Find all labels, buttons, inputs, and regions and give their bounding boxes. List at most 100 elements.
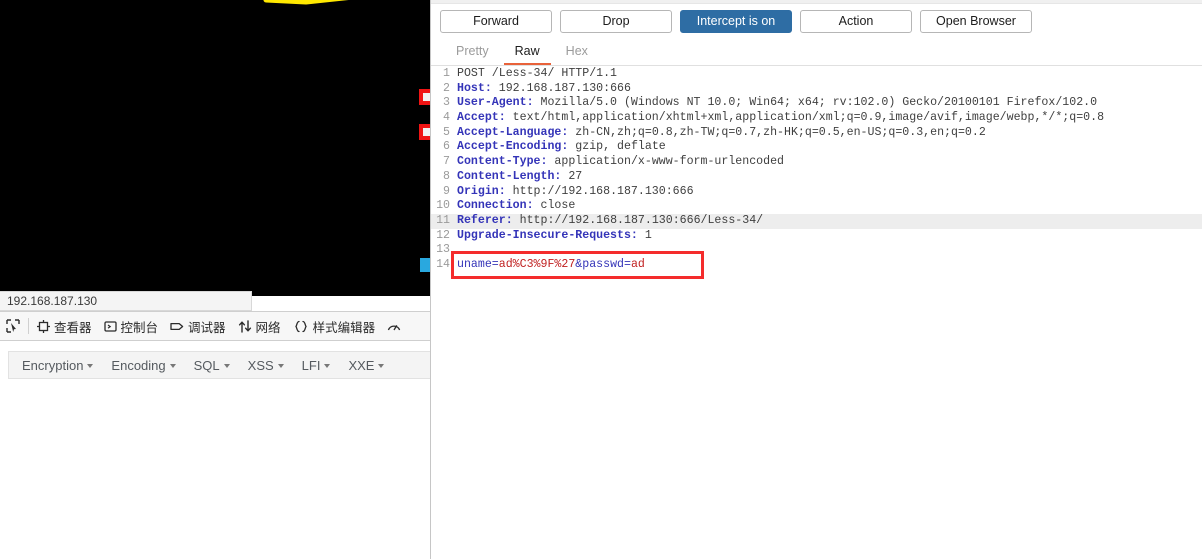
header-value: http://192.168.187.130:666/Less-34/	[512, 213, 764, 227]
request-body-text: uname=ad%C3%9F%27&passwd=ad	[457, 258, 645, 271]
request-line-text: POST /Less-34/ HTTP/1.1	[457, 67, 617, 82]
header-value: Mozilla/5.0 (Windows NT 10.0; Win64; x64…	[533, 96, 1098, 110]
request-line: 3 User-Agent: Mozilla/5.0 (Windows NT 10.…	[431, 96, 1202, 111]
drop-button[interactable]: Drop	[560, 9, 672, 33]
header-name: Accept:	[457, 111, 506, 125]
request-line: 1 POST /Less-34/ HTTP/1.1	[431, 67, 1202, 82]
request-line-list: 1 POST /Less-34/ HTTP/1.1 2 Host: 192.168.1…	[431, 67, 1202, 273]
devtools-tab-style-editor-label: 样式编辑器	[312, 320, 376, 335]
chevron-down-icon	[87, 364, 94, 369]
inspector-icon	[37, 319, 50, 333]
body-segment: uname=	[457, 258, 499, 271]
request-line: 12 Upgrade-Insecure-Requests: 1	[431, 229, 1202, 244]
devtools-tab-network-label: 网络	[255, 320, 281, 335]
forward-button[interactable]: Forward	[440, 9, 552, 33]
line-number: 6	[443, 140, 450, 154]
request-line-text: Origin: http://192.168.187.130:666	[457, 185, 694, 200]
request-line-text: Content-Type: application/x-www-form-url…	[457, 155, 784, 170]
request-line: 7 Content-Type: application/x-www-form-ur…	[431, 155, 1202, 170]
hackbar-menu-encryption-label: Encryption	[22, 357, 84, 373]
request-line: 11 Referer: http://192.168.187.130:666/Le…	[431, 213, 1202, 229]
header-name: Content-Length:	[457, 169, 562, 183]
request-line: 5 Accept-Language: zh-CN,zh;q=0.8,zh-TW;q…	[431, 126, 1202, 141]
request-line-text: Accept-Language: zh-CN,zh;q=0.8,zh-TW;q=…	[457, 126, 986, 141]
inspect-picker-icon	[6, 319, 20, 333]
style-editor-icon	[293, 320, 309, 333]
request-line-text: Accept: text/html,application/xhtml+xml,…	[457, 111, 1104, 126]
chevron-down-icon	[223, 364, 230, 369]
header-value: 27	[561, 169, 583, 183]
body-segment: ad%C3%9F%27	[498, 258, 576, 271]
hackbar-menu-encoding[interactable]: Encoding	[102, 358, 184, 373]
body-segment: ad	[630, 258, 645, 271]
hackbar-menu-xss[interactable]: XSS	[239, 358, 293, 373]
header-name: Host:	[457, 81, 492, 95]
burp-action-bar: Forward Drop Intercept is on Action Open…	[431, 4, 1202, 38]
devtools-toolbar[interactable]: 查看器 控制台 调试器 网络 样式编辑器	[0, 311, 430, 341]
status-strip-text: 192.168.187.130	[7, 294, 98, 308]
tab-raw-label: Raw	[514, 44, 540, 58]
request-line-text: Upgrade-Insecure-Requests: 1	[457, 229, 652, 244]
line-number: 5	[443, 125, 450, 139]
request-line: 9 Origin: http://192.168.187.130:666	[431, 185, 1202, 200]
open-browser-button-label: Open Browser	[936, 14, 1016, 28]
annotation-mark-partial-1	[419, 89, 430, 105]
tab-pretty[interactable]: Pretty	[445, 42, 500, 65]
devtools-tab-debugger-label: 调试器	[188, 320, 226, 335]
devtools-tab-debugger[interactable]: 调试器	[164, 312, 232, 340]
request-line: 8 Content-Length: 27	[431, 170, 1202, 185]
request-line-text: Connection: close	[457, 199, 575, 214]
devtools-tab-inspector-label: 查看器	[54, 320, 92, 335]
debugger-icon	[170, 320, 184, 333]
devtools-tab-inspector[interactable]: 查看器	[31, 312, 98, 340]
line-number: 10	[436, 199, 450, 213]
burp-request-editor[interactable]: 1 POST /Less-34/ HTTP/1.1 2 Host: 192.168.1…	[431, 67, 1202, 559]
line-number: 11	[436, 213, 450, 227]
request-line-text: Host: 192.168.187.130:666	[457, 82, 631, 97]
request-line-text: Referer: http://192.168.187.130:666/Less…	[457, 214, 763, 229]
header-value: application/x-www-form-urlencoded	[547, 155, 785, 169]
header-name: Accept-Encoding:	[457, 140, 569, 154]
body-segment: &passwd=	[575, 258, 631, 271]
open-browser-button[interactable]: Open Browser	[920, 9, 1032, 33]
devtools-tab-performance[interactable]	[381, 312, 407, 340]
header-value: 1	[637, 228, 652, 242]
intercept-toggle-button[interactable]: Intercept is on	[680, 9, 792, 33]
tab-hex[interactable]: Hex	[555, 42, 599, 65]
action-button-label: Action	[838, 14, 874, 28]
hackbar-menu-encoding-label: Encoding	[111, 357, 166, 373]
devtools-tab-style-editor[interactable]: 样式编辑器	[287, 312, 382, 340]
hackbar-menu-encryption[interactable]: Encryption	[13, 358, 102, 373]
devtools-tab-console-label: 控制台	[120, 320, 159, 335]
browser-status-strip: 192.168.187.130	[0, 291, 252, 311]
header-name: User-Agent:	[457, 96, 534, 110]
devtools-tab-console[interactable]: 控制台	[98, 312, 165, 340]
intercept-toggle-button-label: Intercept is on	[696, 14, 776, 28]
hackbar-menu-xxe[interactable]: XXE	[339, 358, 393, 373]
hackbar-menubar[interactable]: Encryption Encoding SQL XSS LFI XXE	[8, 351, 430, 379]
line-number: 2	[443, 81, 450, 95]
line-number: 3	[443, 96, 450, 110]
line-number: 7	[443, 155, 450, 169]
devtools-picker-button[interactable]	[0, 312, 26, 340]
header-name: Accept-Language:	[457, 125, 569, 139]
request-line-text: User-Agent: Mozilla/5.0 (Windows NT 10.0…	[457, 96, 1097, 111]
action-button[interactable]: Action	[800, 9, 912, 33]
line-number: 9	[443, 184, 450, 198]
toolbar-divider	[28, 318, 29, 334]
performance-icon	[387, 320, 401, 333]
header-value: zh-CN,zh;q=0.8,zh-TW;q=0.7,zh-HK;q=0.5,e…	[568, 125, 986, 139]
hackbar-menu-sql[interactable]: SQL	[185, 358, 239, 373]
forward-button-label: Forward	[473, 14, 519, 28]
hackbar-menu-sql-label: SQL	[193, 357, 220, 373]
annotation-mark-partial-2	[419, 124, 430, 140]
devtools-tab-network[interactable]: 网络	[232, 312, 287, 340]
header-name: Upgrade-Insecure-Requests:	[457, 228, 638, 242]
request-line-text: Content-Length: 27	[457, 170, 582, 185]
chevron-down-icon	[277, 364, 284, 369]
tab-raw[interactable]: Raw	[503, 42, 551, 65]
hackbar-menu-lfi[interactable]: LFI	[293, 358, 340, 373]
screenshot-root: 192.168.187.130 查看器 控制台 调试器 网络 样式编辑器 Enc…	[0, 0, 1202, 559]
console-icon	[103, 320, 117, 333]
chevron-down-icon	[378, 364, 385, 369]
